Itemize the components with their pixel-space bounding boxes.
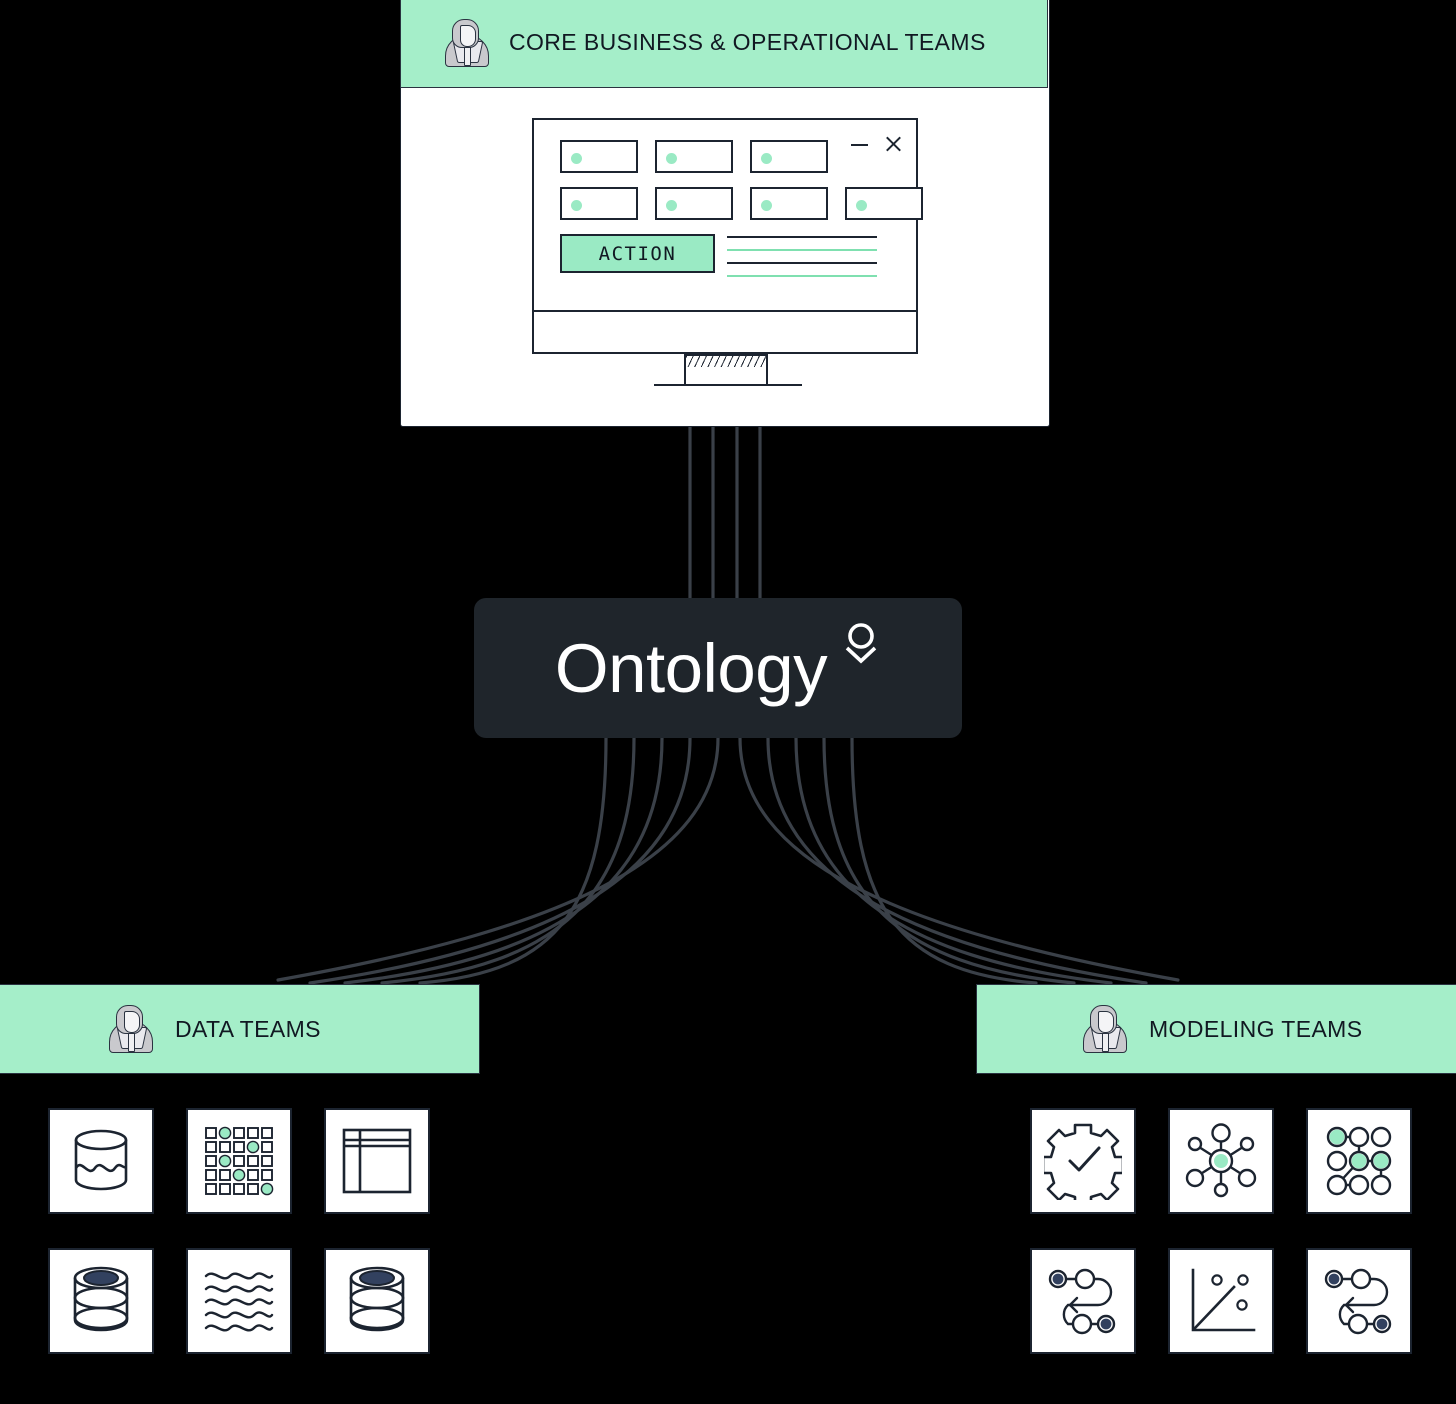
monitor-illustration: ACTION xyxy=(532,118,923,388)
diagram-canvas: CORE BUSINESS & OPERATIONAL TEAMS ACTION… xyxy=(0,0,1456,1404)
modeling-teams-banner-label: MODELING TEAMS xyxy=(1149,1015,1363,1042)
chip-dot-icon xyxy=(666,153,677,164)
action-button[interactable]: ACTION xyxy=(560,234,715,273)
monitor-foot xyxy=(654,384,802,386)
ontology-mark-icon xyxy=(841,622,881,671)
pipeline-2-icon[interactable] xyxy=(1306,1248,1412,1354)
monitor-text-lines xyxy=(727,236,877,288)
monitor-stand xyxy=(684,354,768,386)
data-lake-icon[interactable] xyxy=(48,1108,154,1214)
chip[interactable] xyxy=(655,187,733,220)
database-stack-2-icon[interactable] xyxy=(324,1248,430,1354)
text-line xyxy=(727,236,877,238)
chip[interactable] xyxy=(560,187,638,220)
wire-right-3 xyxy=(794,736,1113,985)
core-business-banner-label: CORE BUSINESS & OPERATIONAL TEAMS xyxy=(509,29,986,55)
pipeline-icon[interactable] xyxy=(1030,1248,1136,1354)
chip-row-2 xyxy=(560,187,923,220)
data-stream-icon[interactable] xyxy=(186,1248,292,1354)
minimize-icon[interactable] xyxy=(851,143,868,146)
chip[interactable] xyxy=(560,140,638,173)
window-controls xyxy=(851,136,902,153)
action-button-label: ACTION xyxy=(598,242,677,265)
data-teams-banner-label: DATA TEAMS xyxy=(175,1015,321,1042)
text-line xyxy=(727,262,877,264)
core-business-banner: CORE BUSINESS & OPERATIONAL TEAMS xyxy=(400,0,1048,88)
chip-dot-icon xyxy=(666,200,677,211)
chip[interactable] xyxy=(750,187,828,220)
wire-right-1 xyxy=(738,736,1180,982)
monitor-window: ACTION xyxy=(534,120,923,312)
text-line xyxy=(727,275,877,277)
chip-row-1 xyxy=(560,140,828,173)
chip-dot-icon xyxy=(571,153,582,164)
wire-left-3 xyxy=(343,736,664,985)
close-icon[interactable] xyxy=(885,136,902,153)
chip[interactable] xyxy=(845,187,923,220)
person-icon xyxy=(1081,1005,1127,1053)
data-teams-banner: DATA TEAMS xyxy=(0,984,480,1074)
monitor-screen: ACTION xyxy=(532,118,923,354)
modeling-teams-banner: MODELING TEAMS xyxy=(976,984,1456,1074)
chip-dot-icon xyxy=(571,200,582,211)
chip[interactable] xyxy=(750,140,828,173)
ontology-label: Ontology xyxy=(554,629,828,707)
spreadsheet-icon[interactable] xyxy=(324,1108,430,1214)
hub-network-icon[interactable] xyxy=(1168,1108,1274,1214)
gear-check-icon[interactable] xyxy=(1030,1108,1136,1214)
chip[interactable] xyxy=(655,140,733,173)
wire-left-1 xyxy=(276,736,720,982)
ontology-node[interactable]: Ontology xyxy=(474,598,962,738)
person-icon xyxy=(443,18,489,67)
node-graph-icon[interactable] xyxy=(1306,1108,1412,1214)
chip-dot-icon xyxy=(856,200,867,211)
person-icon xyxy=(107,1005,153,1053)
data-grid-icon[interactable] xyxy=(186,1108,292,1214)
chip-dot-icon xyxy=(761,200,772,211)
database-stack-icon[interactable] xyxy=(48,1248,154,1354)
scatter-plot-icon[interactable] xyxy=(1168,1248,1274,1354)
chip-dot-icon xyxy=(761,153,772,164)
text-line xyxy=(727,249,877,251)
